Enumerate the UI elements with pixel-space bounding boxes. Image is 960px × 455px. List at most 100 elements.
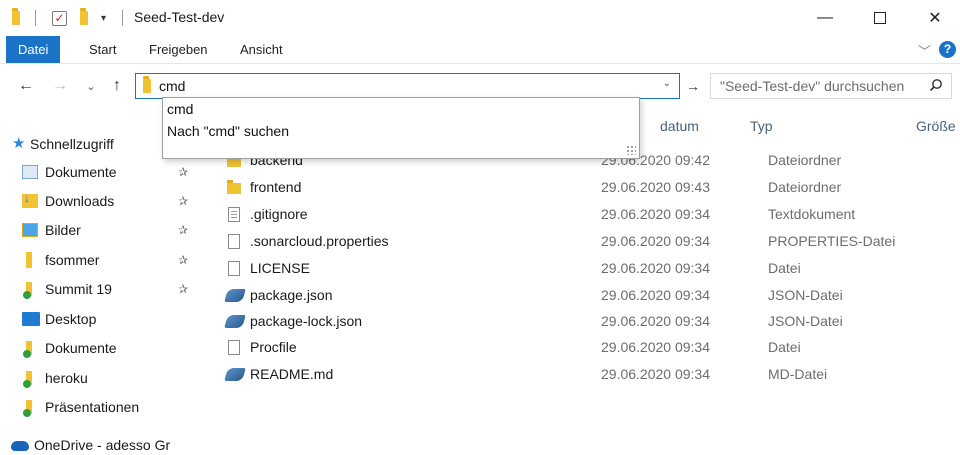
table-row[interactable]: package.json 29.06.2020 09:34 JSON-Datei xyxy=(223,283,960,309)
address-bar[interactable]: ⌄ xyxy=(135,73,680,99)
tab-start[interactable]: Start xyxy=(77,36,128,63)
up-button[interactable]: ↑ xyxy=(108,76,126,96)
sidebar-item-desktop[interactable]: Desktop xyxy=(0,307,205,331)
table-row[interactable]: README.md 29.06.2020 09:34 MD-Datei xyxy=(223,362,960,388)
table-row[interactable]: LICENSE 29.06.2020 09:34 Datei xyxy=(223,256,960,282)
sidebar-item-label: Dokumente xyxy=(45,340,117,356)
sidebar-item-heroku[interactable]: heroku xyxy=(0,366,205,390)
tab-view[interactable]: Ansicht xyxy=(228,36,295,63)
file-name: LICENSE xyxy=(250,260,310,276)
table-row[interactable]: package-lock.json 29.06.2020 09:34 JSON-… xyxy=(223,309,960,335)
markdown-file-icon xyxy=(224,368,246,381)
qat-customize-icon[interactable]: ▾ xyxy=(101,8,106,28)
file-list: datum Typ Größe backend 29.06.2020 09:42… xyxy=(205,108,960,455)
close-button[interactable]: ✕ xyxy=(912,0,958,36)
chevron-down-icon[interactable]: ⌄ xyxy=(663,78,671,89)
column-header-size[interactable]: Größe xyxy=(916,114,956,138)
go-button[interactable]: → xyxy=(682,73,704,99)
file-date: 29.06.2020 09:34 xyxy=(601,339,710,355)
help-icon[interactable]: ? xyxy=(939,41,956,58)
file-name: .sonarcloud.properties xyxy=(250,233,389,249)
sidebar-item-pictures[interactable]: Bilder ✰ xyxy=(0,218,205,242)
pictures-icon xyxy=(22,223,38,237)
divider xyxy=(35,10,36,26)
autocomplete-item-cmd[interactable]: cmd xyxy=(167,99,193,119)
tab-file[interactable]: Datei xyxy=(6,36,61,63)
table-row[interactable]: frontend 29.06.2020 09:43 Dateiordner xyxy=(223,175,960,201)
file-type: Textdokument xyxy=(768,206,856,222)
sidebar-item-label: OneDrive - adesso Gr xyxy=(34,437,171,453)
pin-icon[interactable]: ✰ xyxy=(178,194,188,208)
properties-check-icon[interactable]: ✓ xyxy=(52,8,67,28)
recent-locations-button[interactable]: ⌄ xyxy=(84,76,98,96)
new-folder-icon[interactable] xyxy=(80,8,88,28)
sidebar-item-presentations[interactable]: Präsentationen xyxy=(0,395,205,419)
sidebar-item-label: Downloads xyxy=(45,193,115,209)
file-name: package-lock.json xyxy=(250,313,363,329)
forward-button[interactable]: → xyxy=(50,76,70,96)
file-date: 29.06.2020 09:34 xyxy=(601,287,710,303)
pin-icon[interactable]: ✰ xyxy=(178,282,188,296)
search-icon[interactable] xyxy=(929,78,943,92)
sidebar-item-label: Bilder xyxy=(45,222,81,238)
folder-icon xyxy=(26,252,32,268)
sidebar-item-label: heroku xyxy=(45,370,88,386)
file-icon xyxy=(228,234,240,249)
address-input[interactable] xyxy=(159,78,639,94)
divider xyxy=(122,10,123,26)
minimize-button[interactable]: — xyxy=(802,0,848,36)
file-name: package.json xyxy=(250,287,333,303)
table-row[interactable]: Procfile 29.06.2020 09:34 Datei xyxy=(223,335,960,361)
file-type: Dateiordner xyxy=(768,152,842,168)
search-box[interactable] xyxy=(710,73,952,99)
sidebar-item-label: Schnellzugriff xyxy=(30,136,114,152)
text-file-icon xyxy=(228,207,240,222)
autocomplete-item-search[interactable]: Nach "cmd" suchen xyxy=(167,121,289,141)
table-row[interactable]: .gitignore 29.06.2020 09:34 Textdokument xyxy=(223,202,960,228)
sidebar-item-label: Summit 19 xyxy=(45,281,112,297)
sidebar-item-fsommer[interactable]: fsommer ✰ xyxy=(0,248,205,272)
column-header-type[interactable]: Typ xyxy=(750,114,773,138)
file-type: Datei xyxy=(768,339,801,355)
expand-ribbon-icon[interactable]: ﹀ xyxy=(918,41,931,60)
sidebar-item-onedrive[interactable]: OneDrive - adesso Gr xyxy=(0,433,205,455)
desktop-icon xyxy=(22,312,40,326)
pin-icon[interactable]: ✰ xyxy=(178,223,188,237)
synced-folder-icon xyxy=(23,282,32,299)
pin-icon[interactable]: ✰ xyxy=(178,253,188,267)
window-title: Seed-Test-dev xyxy=(134,9,225,25)
file-date: 29.06.2020 09:34 xyxy=(601,233,710,249)
file-name: frontend xyxy=(250,179,302,195)
file-name: README.md xyxy=(250,366,334,382)
synced-folder-icon xyxy=(23,341,32,358)
sidebar-item-downloads[interactable]: Downloads ✰ xyxy=(0,189,205,213)
table-row[interactable]: .sonarcloud.properties 29.06.2020 09:34 … xyxy=(223,229,960,255)
cloud-icon xyxy=(11,441,29,451)
folder-icon xyxy=(227,180,241,194)
file-name: .gitignore xyxy=(250,206,308,222)
file-date: 29.06.2020 09:34 xyxy=(601,313,710,329)
title-bar: ✓ ▾ Seed-Test-dev — ✕ xyxy=(0,0,960,36)
file-type: JSON-Datei xyxy=(768,313,843,329)
tab-share[interactable]: Freigeben xyxy=(137,36,220,63)
pin-icon[interactable]: ✰ xyxy=(178,165,188,179)
downloads-icon xyxy=(22,191,38,208)
column-header-date[interactable]: datum xyxy=(660,114,699,138)
documents-icon xyxy=(22,165,38,179)
file-name: Procfile xyxy=(250,339,297,355)
resize-grip-icon[interactable] xyxy=(626,145,636,155)
file-type: Datei xyxy=(768,260,801,276)
sidebar-item-label: Dokumente xyxy=(45,164,117,180)
maximize-button[interactable] xyxy=(857,0,903,36)
file-date: 29.06.2020 09:34 xyxy=(601,366,710,382)
search-input[interactable] xyxy=(720,78,920,94)
file-date: 29.06.2020 09:34 xyxy=(601,260,710,276)
json-file-icon xyxy=(224,289,246,302)
sidebar-item-documents-2[interactable]: Dokumente xyxy=(0,336,205,360)
sidebar-item-label: Präsentationen xyxy=(45,399,140,415)
navigation-pane: ★ Schnellzugriff Dokumente ✰ Downloads ✰… xyxy=(0,108,205,455)
back-button[interactable]: ← xyxy=(16,76,36,96)
sidebar-item-documents[interactable]: Dokumente ✰ xyxy=(0,160,205,184)
sidebar-item-label: Desktop xyxy=(45,311,97,327)
sidebar-item-summit-19[interactable]: Summit 19 ✰ xyxy=(0,277,205,301)
